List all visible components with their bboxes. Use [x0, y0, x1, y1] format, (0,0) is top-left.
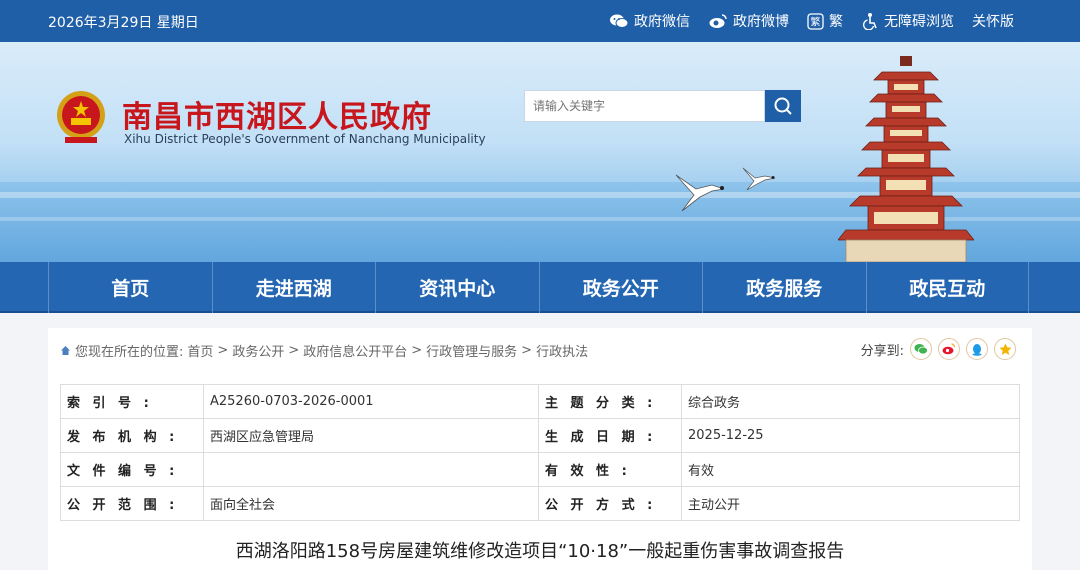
share-label: 分享到: [860, 343, 904, 359]
document-title: 西湖洛阳路158号房屋建筑维修改造项目“10·18”一般起重伤害事故调查报告 [235, 541, 845, 562]
validity-label: 有 效 性 : [538, 452, 682, 487]
share-qq-button[interactable] [966, 338, 988, 360]
crane-icon [675, 174, 725, 212]
accessibility-label: 无障碍浏览 [884, 14, 954, 30]
scope-value: 面向全社会 [203, 486, 539, 521]
traditional-chinese-link[interactable]: 繁 繁 [807, 11, 843, 31]
nav-news-center[interactable]: 资讯中心 [375, 262, 539, 313]
nav-home[interactable]: 首页 [48, 262, 212, 313]
share-wechat-button[interactable] [910, 338, 932, 360]
breadcrumb-prefix: 您现在所在的位置: [75, 345, 184, 360]
gov-wechat-link[interactable]: 政府微信 [609, 11, 690, 31]
site-subtitle: Xihu District People's Government of Nan… [124, 132, 486, 146]
star-icon [999, 343, 1011, 355]
publisher-label: 发 布 机 构 : [60, 418, 204, 453]
table-row: 文 件 编 号 : 有 效 性 : 有效 [60, 452, 1020, 487]
subject-value: 综合政务 [681, 384, 1020, 419]
traditional-chinese-label: 繁 [829, 14, 843, 30]
validity-value: 有效 [681, 452, 1020, 487]
top-links: 政府微信 政府微博 繁 繁 无障碍浏览 关怀版 [609, 11, 1014, 31]
breadcrumb-admin-services[interactable]: 行政管理与服务 [426, 341, 517, 360]
breadcrumb-law-enforcement[interactable]: 行政执法 [536, 341, 588, 360]
share-weibo-button[interactable] [938, 338, 960, 360]
doc-no-value [203, 452, 539, 487]
nav-interaction[interactable]: 政民互动 [865, 262, 1029, 313]
tengwang-pavilion-icon [838, 56, 974, 262]
breadcrumb-home[interactable]: 首页 [187, 341, 213, 360]
national-emblem-icon [57, 91, 105, 143]
breadcrumb-separator: > [521, 343, 533, 358]
wechat-icon [610, 14, 629, 28]
breadcrumb-separator: > [217, 343, 229, 358]
accessibility-icon [862, 13, 877, 30]
accessibility-link[interactable]: 无障碍浏览 [861, 11, 954, 31]
document-meta-table: 索 引 号 : A25260-0703-2026-0001 主 题 分 类 : … [60, 384, 1020, 521]
search-button[interactable] [765, 90, 801, 122]
share-favorite-button[interactable] [994, 338, 1016, 360]
scope-label: 公 开 范 围 : [60, 486, 204, 521]
method-value: 主动公开 [681, 486, 1020, 521]
top-bar: 2026年3月29日 星期日 政府微信 政府微博 繁 繁 无障碍浏览 关怀版 [0, 0, 1080, 42]
nav-about-xihu[interactable]: 走进西湖 [211, 262, 376, 313]
search-input[interactable] [524, 90, 765, 122]
nav-government-affairs[interactable]: 政务公开 [538, 262, 703, 313]
home-icon [61, 346, 70, 355]
qq-icon [972, 343, 982, 356]
current-date: 2026年3月29日 星期日 [48, 15, 199, 31]
publisher-value: 西湖区应急管理局 [203, 418, 539, 453]
breadcrumb-separator: > [411, 343, 423, 358]
site-title: 南昌市西湖区人民政府 [122, 100, 432, 135]
share-bar: 分享到: [861, 338, 1016, 360]
index-no-value: A25260-0703-2026-0001 [203, 384, 539, 419]
breadcrumb-government-affairs[interactable]: 政务公开 [232, 341, 284, 360]
method-label: 公 开 方 式 : [538, 486, 682, 521]
crane-icon [742, 167, 776, 191]
breadcrumb-info-platform[interactable]: 政府信息公开平台 [303, 341, 407, 360]
gov-weibo-link[interactable]: 政府微博 [708, 11, 789, 31]
care-version-label: 关怀版 [972, 14, 1014, 30]
subject-label: 主 题 分 类 : [538, 384, 682, 419]
table-row: 索 引 号 : A25260-0703-2026-0001 主 题 分 类 : … [60, 384, 1020, 419]
wechat-icon [914, 344, 928, 355]
traditional-chinese-icon: 繁 [807, 12, 824, 30]
doc-no-label: 文 件 编 号 : [60, 452, 204, 487]
care-version-link[interactable]: 关怀版 [972, 11, 1014, 31]
weibo-icon [942, 343, 956, 355]
index-no-label: 索 引 号 : [60, 384, 204, 419]
breadcrumb: 您现在所在的位置: 首页 > 政务公开 > 政府信息公开平台 > 行政管理与服务 > 行… [60, 341, 588, 360]
svg-text:繁: 繁 [811, 15, 821, 28]
table-row: 公 开 范 围 : 面向全社会 公 开 方 式 : 主动公开 [60, 486, 1020, 521]
search-box [524, 90, 801, 122]
table-row: 发 布 机 构 : 西湖区应急管理局 生 成 日 期 : 2025-12-25 [60, 418, 1020, 453]
search-icon [774, 97, 792, 115]
weibo-icon [709, 14, 727, 28]
main-nav: 首页 走进西湖 资讯中心 政务公开 政务服务 政民互动 [0, 262, 1080, 313]
gov-wechat-label: 政府微信 [634, 14, 690, 30]
gov-weibo-label: 政府微博 [733, 14, 789, 30]
nav-government-services[interactable]: 政务服务 [702, 262, 866, 313]
breadcrumb-separator: > [288, 343, 300, 358]
header-banner: 南昌市西湖区人民政府 Xihu District People's Govern… [0, 42, 1080, 262]
date-label: 生 成 日 期 : [538, 418, 682, 453]
content-panel: 您现在所在的位置: 首页 > 政务公开 > 政府信息公开平台 > 行政管理与服务 > 行… [48, 328, 1032, 570]
date-value: 2025-12-25 [681, 418, 1020, 453]
